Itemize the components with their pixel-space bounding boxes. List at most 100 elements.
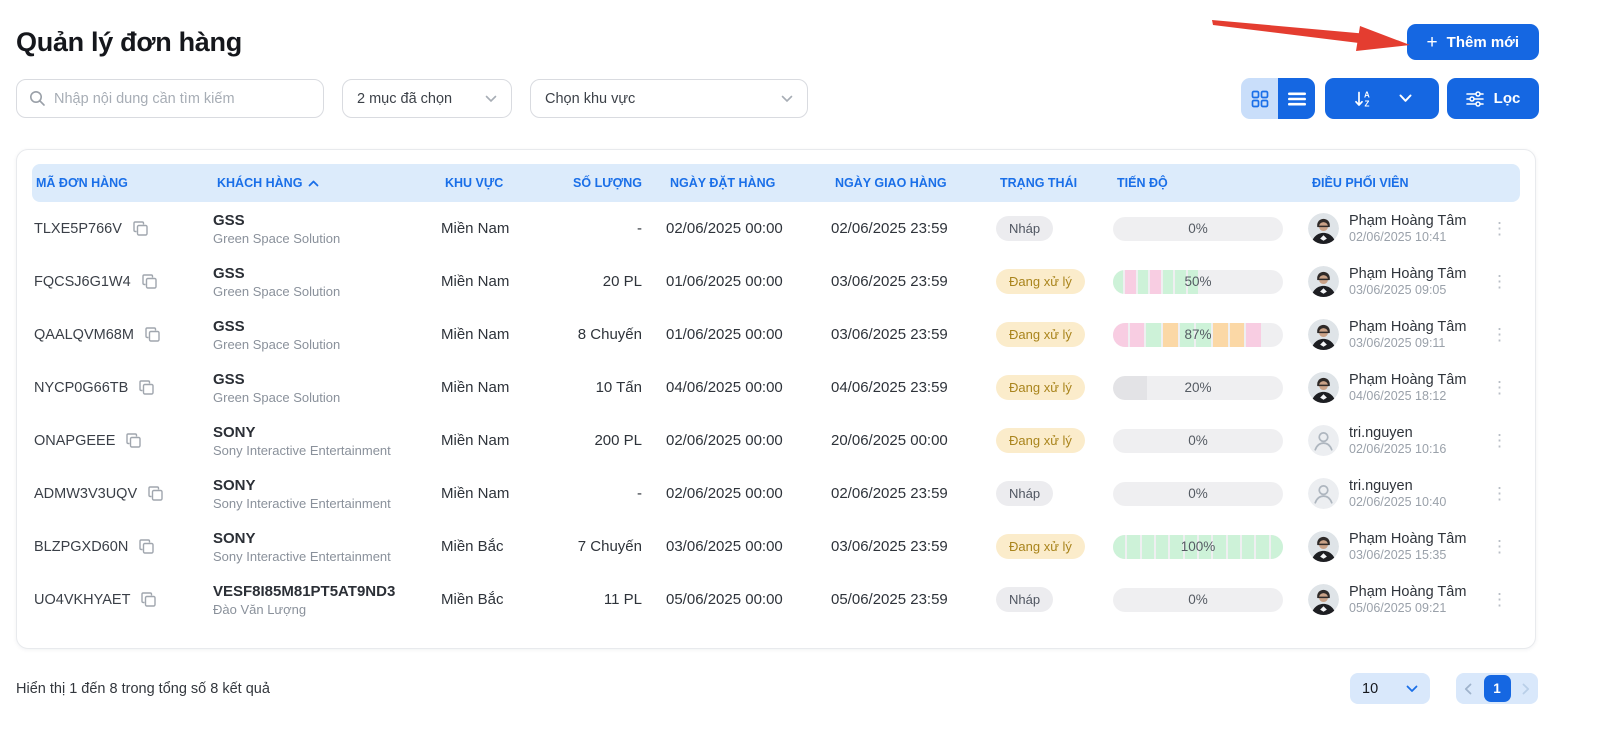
progress-label: 100% [1113,535,1283,559]
chevron-right-icon [1522,683,1530,695]
copy-button[interactable] [125,432,142,449]
grid-view-button[interactable] [1241,78,1278,119]
search-icon [29,90,46,107]
column-header-order-code[interactable]: MÃ ĐƠN HÀNG [32,176,213,190]
progress-bar: 100% [1113,535,1283,559]
order-code: UO4VKHYAET [34,592,130,608]
order-management-page: Quản lý đơn hàng + Thêm mới 2 mục đã chọ… [0,0,1611,749]
copy-button[interactable] [132,220,149,237]
region-dropdown[interactable]: Chọn khu vực [530,79,808,118]
progress-bar: 0% [1113,588,1283,612]
customer-full-name: Sony Interactive Entertainment [213,496,441,511]
row-menu-button[interactable]: ⋮ [1487,375,1512,400]
avatar-photo [1308,372,1339,403]
current-page-button[interactable]: 1 [1484,675,1511,702]
order-date: 02/06/2025 00:00 [666,485,831,502]
assigned-time: 02/06/2025 10:40 [1349,495,1446,509]
table-row[interactable]: QAALQVM68M GSS Green Space Solution Miền… [32,308,1520,361]
status-badge: Nháp [996,481,1053,506]
copy-button[interactable] [138,538,155,555]
progress-bar: 0% [1113,429,1283,453]
region: Miền Nam [441,273,561,290]
order-date: 02/06/2025 00:00 [666,220,831,237]
row-menu-button[interactable]: ⋮ [1487,481,1512,506]
customer-full-name: Sony Interactive Entertainment [213,443,441,458]
assigned-time: 02/06/2025 10:41 [1349,230,1466,244]
coordinator-name: Phạm Hoàng Tâm [1349,372,1466,388]
order-code: ADMW3V3UQV [34,486,137,502]
table-row[interactable]: FQCSJ6G1W4 GSS Green Space Solution Miền… [32,255,1520,308]
order-code: QAALQVM68M [34,327,134,343]
column-header-delivery-date[interactable]: NGÀY GIAO HÀNG [831,176,996,190]
search-input[interactable] [54,91,311,107]
copy-button[interactable] [147,485,164,502]
table-body: TLXE5P766V GSS Green Space Solution Miền… [32,202,1520,626]
table-row[interactable]: BLZPGXD60N SONY Sony Interactive Enterta… [32,520,1520,573]
assigned-time: 02/06/2025 10:16 [1349,442,1446,456]
row-menu-button[interactable]: ⋮ [1487,216,1512,241]
row-menu-button[interactable]: ⋮ [1487,534,1512,559]
selected-items-dropdown[interactable]: 2 mục đã chọn [342,79,512,118]
avatar [1308,584,1339,615]
table-row[interactable]: NYCP0G66TB GSS Green Space Solution Miền… [32,361,1520,414]
region: Miền Bắc [441,591,561,608]
table-row[interactable]: TLXE5P766V GSS Green Space Solution Miền… [32,202,1520,255]
delivery-date: 03/06/2025 23:59 [831,273,996,290]
column-header-coordinator[interactable]: ĐIỀU PHỐI VIÊN [1308,176,1520,190]
row-menu-button[interactable]: ⋮ [1487,322,1512,347]
copy-button[interactable] [141,273,158,290]
copy-button[interactable] [144,326,161,343]
order-code: BLZPGXD60N [34,539,128,555]
avatar-photo [1308,266,1339,297]
customer-full-name: Green Space Solution [213,337,441,352]
copy-button[interactable] [140,591,157,608]
status-badge: Đang xử lý [996,428,1085,453]
column-header-progress[interactable]: TIẾN ĐỘ [1113,176,1308,190]
copy-icon [141,273,158,290]
column-header-status[interactable]: TRẠNG THÁI [996,176,1113,190]
row-menu-button[interactable]: ⋮ [1487,587,1512,612]
list-view-button[interactable] [1278,78,1315,119]
selected-items-value: 2 mục đã chọn [357,91,452,107]
delivery-date: 02/06/2025 23:59 [831,220,996,237]
table-row[interactable]: ADMW3V3UQV SONY Sony Interactive Enterta… [32,467,1520,520]
customer-name: GSS [213,371,441,388]
filter-label: Lọc [1494,90,1521,107]
delivery-date: 05/06/2025 23:59 [831,591,996,608]
assigned-time: 03/06/2025 15:35 [1349,548,1466,562]
sort-asc-icon [308,180,319,187]
chevron-down-icon [1406,685,1418,693]
avatar-photo [1308,584,1339,615]
add-new-button[interactable]: + Thêm mới [1407,24,1539,60]
column-header-customer[interactable]: KHÁCH HÀNG [213,176,441,190]
column-header-region[interactable]: KHU VỰC [441,176,561,190]
row-menu-button[interactable]: ⋮ [1487,428,1512,453]
results-summary: Hiển thị 1 đến 8 trong tổng số 8 kết quả [16,681,270,697]
table-row[interactable]: ONAPGEEE SONY Sony Interactive Entertain… [32,414,1520,467]
customer-full-name: Green Space Solution [213,231,441,246]
chevron-left-icon [1464,683,1472,695]
column-header-quantity[interactable]: SỐ LƯỢNG [561,176,666,190]
next-page-button[interactable] [1520,681,1532,697]
coordinator-name: tri.nguyen [1349,425,1446,441]
coordinator-name: Phạm Hoàng Tâm [1349,531,1466,547]
sort-button[interactable]: A Z [1325,78,1439,119]
filter-button[interactable]: Lọc [1447,78,1539,119]
table-header-row: MÃ ĐƠN HÀNG KHÁCH HÀNG KHU VỰC SỐ LƯỢNG … [32,164,1520,202]
page-size-dropdown[interactable]: 10 [1350,673,1430,704]
svg-text:A: A [1364,90,1370,99]
column-header-order-date[interactable]: NGÀY ĐẶT HÀNG [666,176,831,190]
quantity: 11 PL [561,591,666,608]
sort-az-icon: A Z [1353,89,1373,109]
topbar: Quản lý đơn hàng + Thêm mới [0,0,1611,60]
customer-name: VESF8I85M81PT5AT9ND3 [213,583,441,600]
row-menu-button[interactable]: ⋮ [1487,269,1512,294]
progress-bar: 0% [1113,217,1283,241]
copy-button[interactable] [138,379,155,396]
progress-label: 0% [1113,482,1283,506]
status-badge: Nháp [996,216,1053,241]
status-badge: Đang xử lý [996,269,1085,294]
order-date: 02/06/2025 00:00 [666,432,831,449]
previous-page-button[interactable] [1462,681,1474,697]
table-row[interactable]: UO4VKHYAET VESF8I85M81PT5AT9ND3 Đào Văn … [32,573,1520,626]
